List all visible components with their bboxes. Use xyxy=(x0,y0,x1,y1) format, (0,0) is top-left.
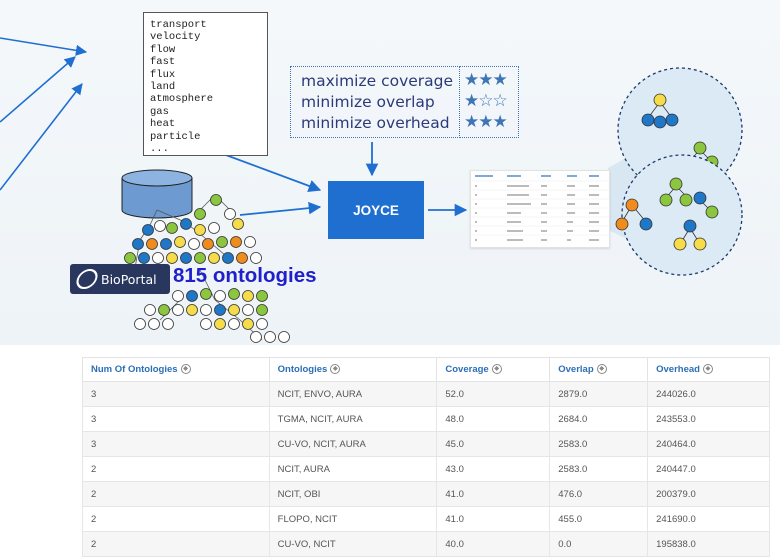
sort-icon[interactable]: ◆ xyxy=(491,364,502,375)
column-header-overlap[interactable]: Overlap ◆ xyxy=(549,357,649,382)
header-label: Overlap xyxy=(558,364,594,375)
bioportal-logo: BioPortal xyxy=(70,264,170,294)
objective-weights: ★★★ ★☆☆ ★★★ xyxy=(459,66,519,138)
table-cell: 2 xyxy=(82,481,270,507)
keyword-item: gas xyxy=(150,105,169,118)
keyword-item: flow xyxy=(150,43,176,56)
table-cell: 2 xyxy=(82,506,270,532)
table-row: 2 FLOPO, NCIT 41.0 455.0 241690.0 xyxy=(82,506,770,532)
objectives-box: maximize coverage minimize overlap minim… xyxy=(290,66,460,138)
table-cell: 43.0 xyxy=(436,456,551,482)
keyword-item: heat xyxy=(150,118,176,131)
table-cell: 195838.0 xyxy=(647,531,770,557)
ontology-count: 815 ontologies xyxy=(173,264,317,287)
table-cell: 52.0 xyxy=(436,381,551,407)
table-cell: TGMA, NCIT, AURA xyxy=(268,406,438,432)
keyword-item: fast xyxy=(150,56,176,69)
column-header-overhead[interactable]: Overhead ◆ xyxy=(647,357,770,382)
keyword-item: land xyxy=(150,81,176,94)
table-cell: 3 xyxy=(82,381,270,407)
table-cell: 48.0 xyxy=(436,406,551,432)
bioportal-logo-icon xyxy=(73,269,101,289)
table-cell: 2 xyxy=(82,531,270,557)
keyword-list: transport velocity flow fast flux land a… xyxy=(143,12,268,156)
table-cell: 40.0 xyxy=(436,531,551,557)
table-cell: 476.0 xyxy=(549,481,649,507)
table-cell: 2684.0 xyxy=(549,406,649,432)
keyword-item: particle xyxy=(150,130,201,143)
table-cell: CU-VO, NCIT xyxy=(268,531,438,557)
table-cell: NCIT, ENVO, AURA xyxy=(268,381,438,407)
table-cell: 3 xyxy=(82,406,270,432)
table-cell: NCIT, OBI xyxy=(268,481,438,507)
mini-results-table-icon xyxy=(470,170,610,248)
table-cell: 455.0 xyxy=(549,506,649,532)
table-cell: 2583.0 xyxy=(549,431,649,457)
table-cell: 41.0 xyxy=(436,506,551,532)
objective-overlap: minimize overlap xyxy=(301,93,435,111)
table-cell: NCIT, AURA xyxy=(268,456,438,482)
header-label: Coverage xyxy=(445,364,489,375)
table-cell: 200379.0 xyxy=(647,481,770,507)
header-label: Ontologies xyxy=(277,364,328,375)
keyword-item: ... xyxy=(150,143,169,156)
table-cell: 0.0 xyxy=(549,531,649,557)
column-header-ontologies[interactable]: Ontologies ◆ xyxy=(268,357,438,382)
objective-coverage: maximize coverage xyxy=(301,72,454,90)
joyce-box: JOYCE xyxy=(328,181,424,239)
table-cell: CU-VO, NCIT, AURA xyxy=(268,431,438,457)
table-cell: 41.0 xyxy=(436,481,551,507)
bioportal-brand: BioPortal xyxy=(101,271,157,287)
table-row: 2 NCIT, AURA 43.0 2583.0 240447.0 xyxy=(82,456,770,482)
table-row: 3 CU-VO, NCIT, AURA 45.0 2583.0 240464.0 xyxy=(82,431,770,457)
column-header-num-ontologies[interactable]: Num Of Ontologies ◆ xyxy=(82,357,270,382)
keyword-item: atmosphere xyxy=(150,93,214,106)
input-arrows xyxy=(0,37,88,191)
table-cell: 243553.0 xyxy=(647,406,770,432)
sort-icon[interactable]: ◆ xyxy=(702,364,713,375)
objective-overhead: minimize overhead xyxy=(301,114,450,132)
table-header-row: Num Of Ontologies ◆ Ontologies ◆ Coverage ◆… xyxy=(82,357,770,382)
star-rating-icon: ★★★ xyxy=(464,112,508,132)
table-row: 3 NCIT, ENVO, AURA 52.0 2879.0 244026.0 xyxy=(82,381,770,407)
table-row: 3 TGMA, NCIT, AURA 48.0 2684.0 243553.0 xyxy=(82,406,770,432)
table-cell: 2583.0 xyxy=(549,456,649,482)
table-cell: 240464.0 xyxy=(647,431,770,457)
keyword-item: flux xyxy=(150,68,176,81)
keyword-item: velocity xyxy=(150,31,201,44)
header-label: Overhead xyxy=(656,364,700,375)
table-row: 2 NCIT, OBI 41.0 476.0 200379.0 xyxy=(82,481,770,507)
table-cell: 240447.0 xyxy=(647,456,770,482)
table-cell: 3 xyxy=(82,431,270,457)
table-cell: 45.0 xyxy=(436,431,551,457)
table-row: 2 CU-VO, NCIT 40.0 0.0 195838.0 xyxy=(82,531,770,557)
table-cell: 2 xyxy=(82,456,270,482)
column-header-coverage[interactable]: Coverage ◆ xyxy=(436,357,551,382)
sort-icon[interactable]: ◆ xyxy=(596,364,607,375)
header-label: Num Of Ontologies xyxy=(91,364,178,375)
keyword-item: transport xyxy=(150,19,207,31)
joyce-label: JOYCE xyxy=(353,202,399,218)
sort-icon[interactable]: ◆ xyxy=(180,364,191,375)
star-rating-icon: ★★★ xyxy=(464,70,508,90)
results-table: Num Of Ontologies ◆ Ontologies ◆ Coverage ◆… xyxy=(82,357,770,557)
table-cell: 2879.0 xyxy=(549,381,649,407)
table-cell: 244026.0 xyxy=(647,381,770,407)
star-rating-icon: ★☆☆ xyxy=(464,91,508,111)
table-cell: 241690.0 xyxy=(647,506,770,532)
sort-icon[interactable]: ◆ xyxy=(330,364,341,375)
table-cell: FLOPO, NCIT xyxy=(268,506,438,532)
